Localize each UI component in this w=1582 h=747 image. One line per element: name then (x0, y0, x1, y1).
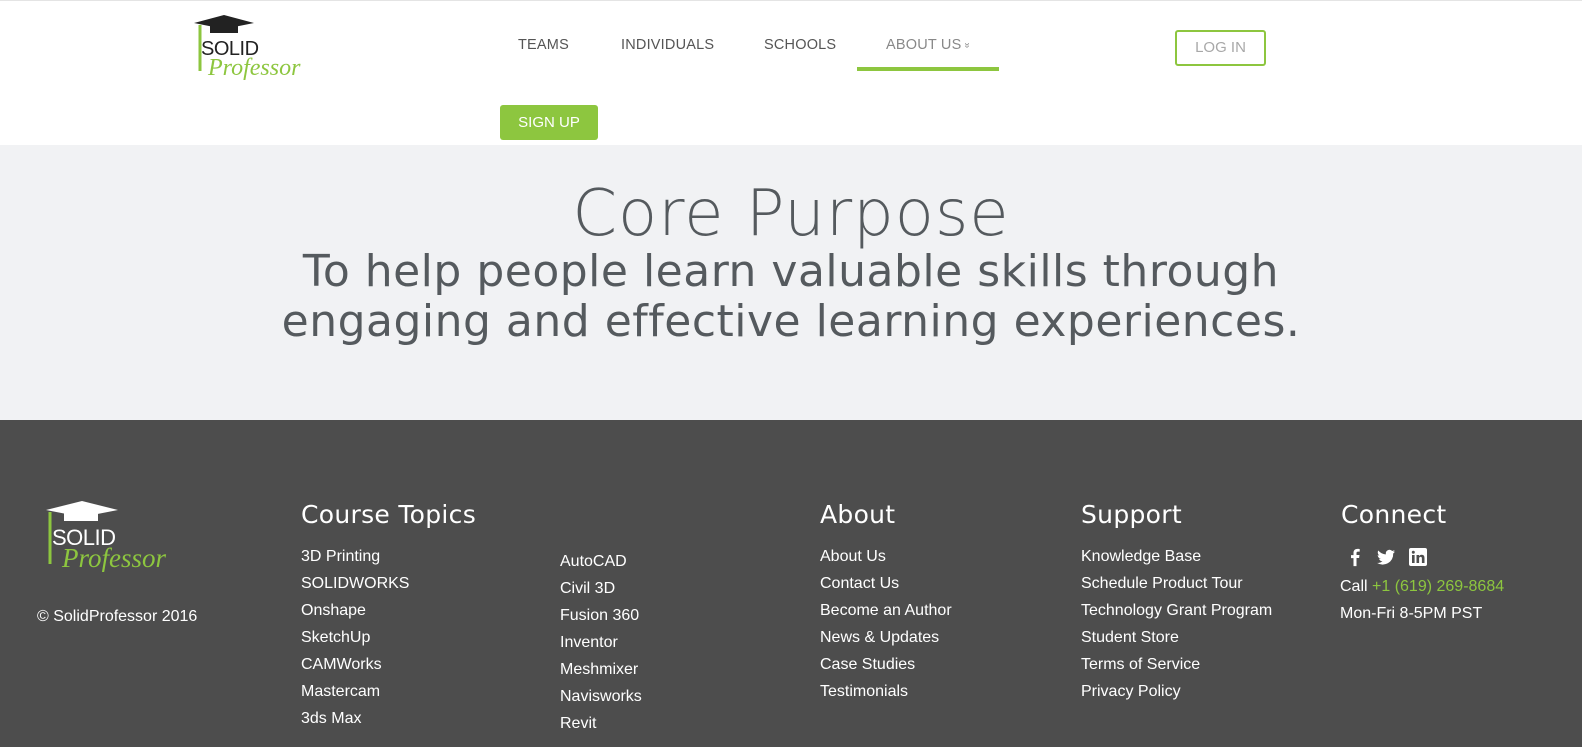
about-link[interactable]: Testimonials (820, 678, 952, 705)
facebook-icon[interactable] (1345, 547, 1365, 567)
support-title: Support (1081, 500, 1182, 529)
about-link[interactable]: News & Updates (820, 624, 952, 651)
nav-schools[interactable]: SCHOOLS (764, 37, 836, 53)
nav-about-us[interactable]: ABOUT US» (886, 37, 973, 53)
course-link[interactable]: SOLIDWORKS (301, 570, 409, 597)
connect-title: Connect (1341, 500, 1447, 529)
call-label: Call (1340, 578, 1368, 595)
course-link[interactable]: Navisworks (560, 683, 642, 710)
course-link[interactable]: Revit (560, 710, 642, 737)
course-link[interactable]: Onshape (301, 597, 409, 624)
footer-logo-text-professor: Professor (61, 543, 166, 572)
course-link[interactable]: Civil 3D (560, 575, 642, 602)
course-topics-list-2: AutoCAD Civil 3D Fusion 360 Inventor Mes… (560, 548, 642, 737)
support-link[interactable]: Schedule Product Tour (1081, 570, 1272, 597)
course-link[interactable]: CAMWorks (301, 651, 409, 678)
course-link[interactable]: Inventor (560, 629, 642, 656)
support-link[interactable]: Terms of Service (1081, 651, 1272, 678)
contact-phone-line: Call +1 (619) 269-8684 (1340, 578, 1504, 596)
nav-teams[interactable]: TEAMS (518, 37, 569, 53)
support-link[interactable]: Knowledge Base (1081, 543, 1272, 570)
copyright-text: © SolidProfessor 2016 (37, 608, 198, 625)
business-hours: Mon-Fri 8-5PM PST (1340, 605, 1483, 622)
linkedin-icon[interactable] (1408, 547, 1428, 567)
about-link[interactable]: Become an Author (820, 597, 952, 624)
phone-link[interactable]: +1 (619) 269-8684 (1372, 578, 1504, 595)
about-link[interactable]: Contact Us (820, 570, 952, 597)
chevron-down-icon: » (961, 42, 973, 49)
support-link[interactable]: Technology Grant Program (1081, 597, 1272, 624)
about-title: About (820, 500, 896, 529)
social-icons (1345, 547, 1435, 567)
about-link[interactable]: About Us (820, 543, 952, 570)
nav-individuals[interactable]: INDIVIDUALS (621, 37, 714, 53)
about-list: About Us Contact Us Become an Author New… (820, 543, 952, 705)
core-purpose-section: Core Purpose To help people learn valuab… (0, 145, 1582, 420)
about-link[interactable]: Case Studies (820, 651, 952, 678)
course-link[interactable]: Meshmixer (560, 656, 642, 683)
logo-text-professor: Professor (207, 55, 301, 81)
support-link[interactable]: Privacy Policy (1081, 678, 1272, 705)
hero-title: Core Purpose (572, 177, 1010, 251)
course-link[interactable]: SketchUp (301, 624, 409, 651)
course-link[interactable]: Mastercam (301, 678, 409, 705)
site-header: SOLID Professor TEAMS INDIVIDUALS SCHOOL… (0, 0, 1582, 145)
course-topics-title: Course Topics (301, 500, 477, 529)
course-topics-list-1: 3D Printing SOLIDWORKS Onshape SketchUp … (301, 543, 409, 732)
hero-subtitle: To help people learn valuable skills thr… (281, 246, 1301, 347)
site-footer: SOLID Professor © SolidProfessor 2016 Co… (0, 420, 1582, 747)
support-list: Knowledge Base Schedule Product Tour Tec… (1081, 543, 1272, 705)
support-link[interactable]: Student Store (1081, 624, 1272, 651)
course-link[interactable]: Fusion 360 (560, 602, 642, 629)
signup-button[interactable]: SIGN UP (500, 105, 598, 140)
course-link[interactable]: AutoCAD (560, 548, 642, 575)
course-link[interactable]: 3ds Max (301, 705, 409, 732)
solidprofessor-logo[interactable]: SOLID Professor (190, 15, 315, 81)
login-button[interactable]: LOG IN (1175, 30, 1266, 66)
nav-about-us-label: ABOUT US (886, 37, 962, 53)
footer-logo[interactable]: SOLID Professor (42, 500, 182, 572)
course-link[interactable]: 3D Printing (301, 543, 409, 570)
nav-active-underline (857, 67, 999, 71)
twitter-icon[interactable] (1376, 547, 1396, 567)
